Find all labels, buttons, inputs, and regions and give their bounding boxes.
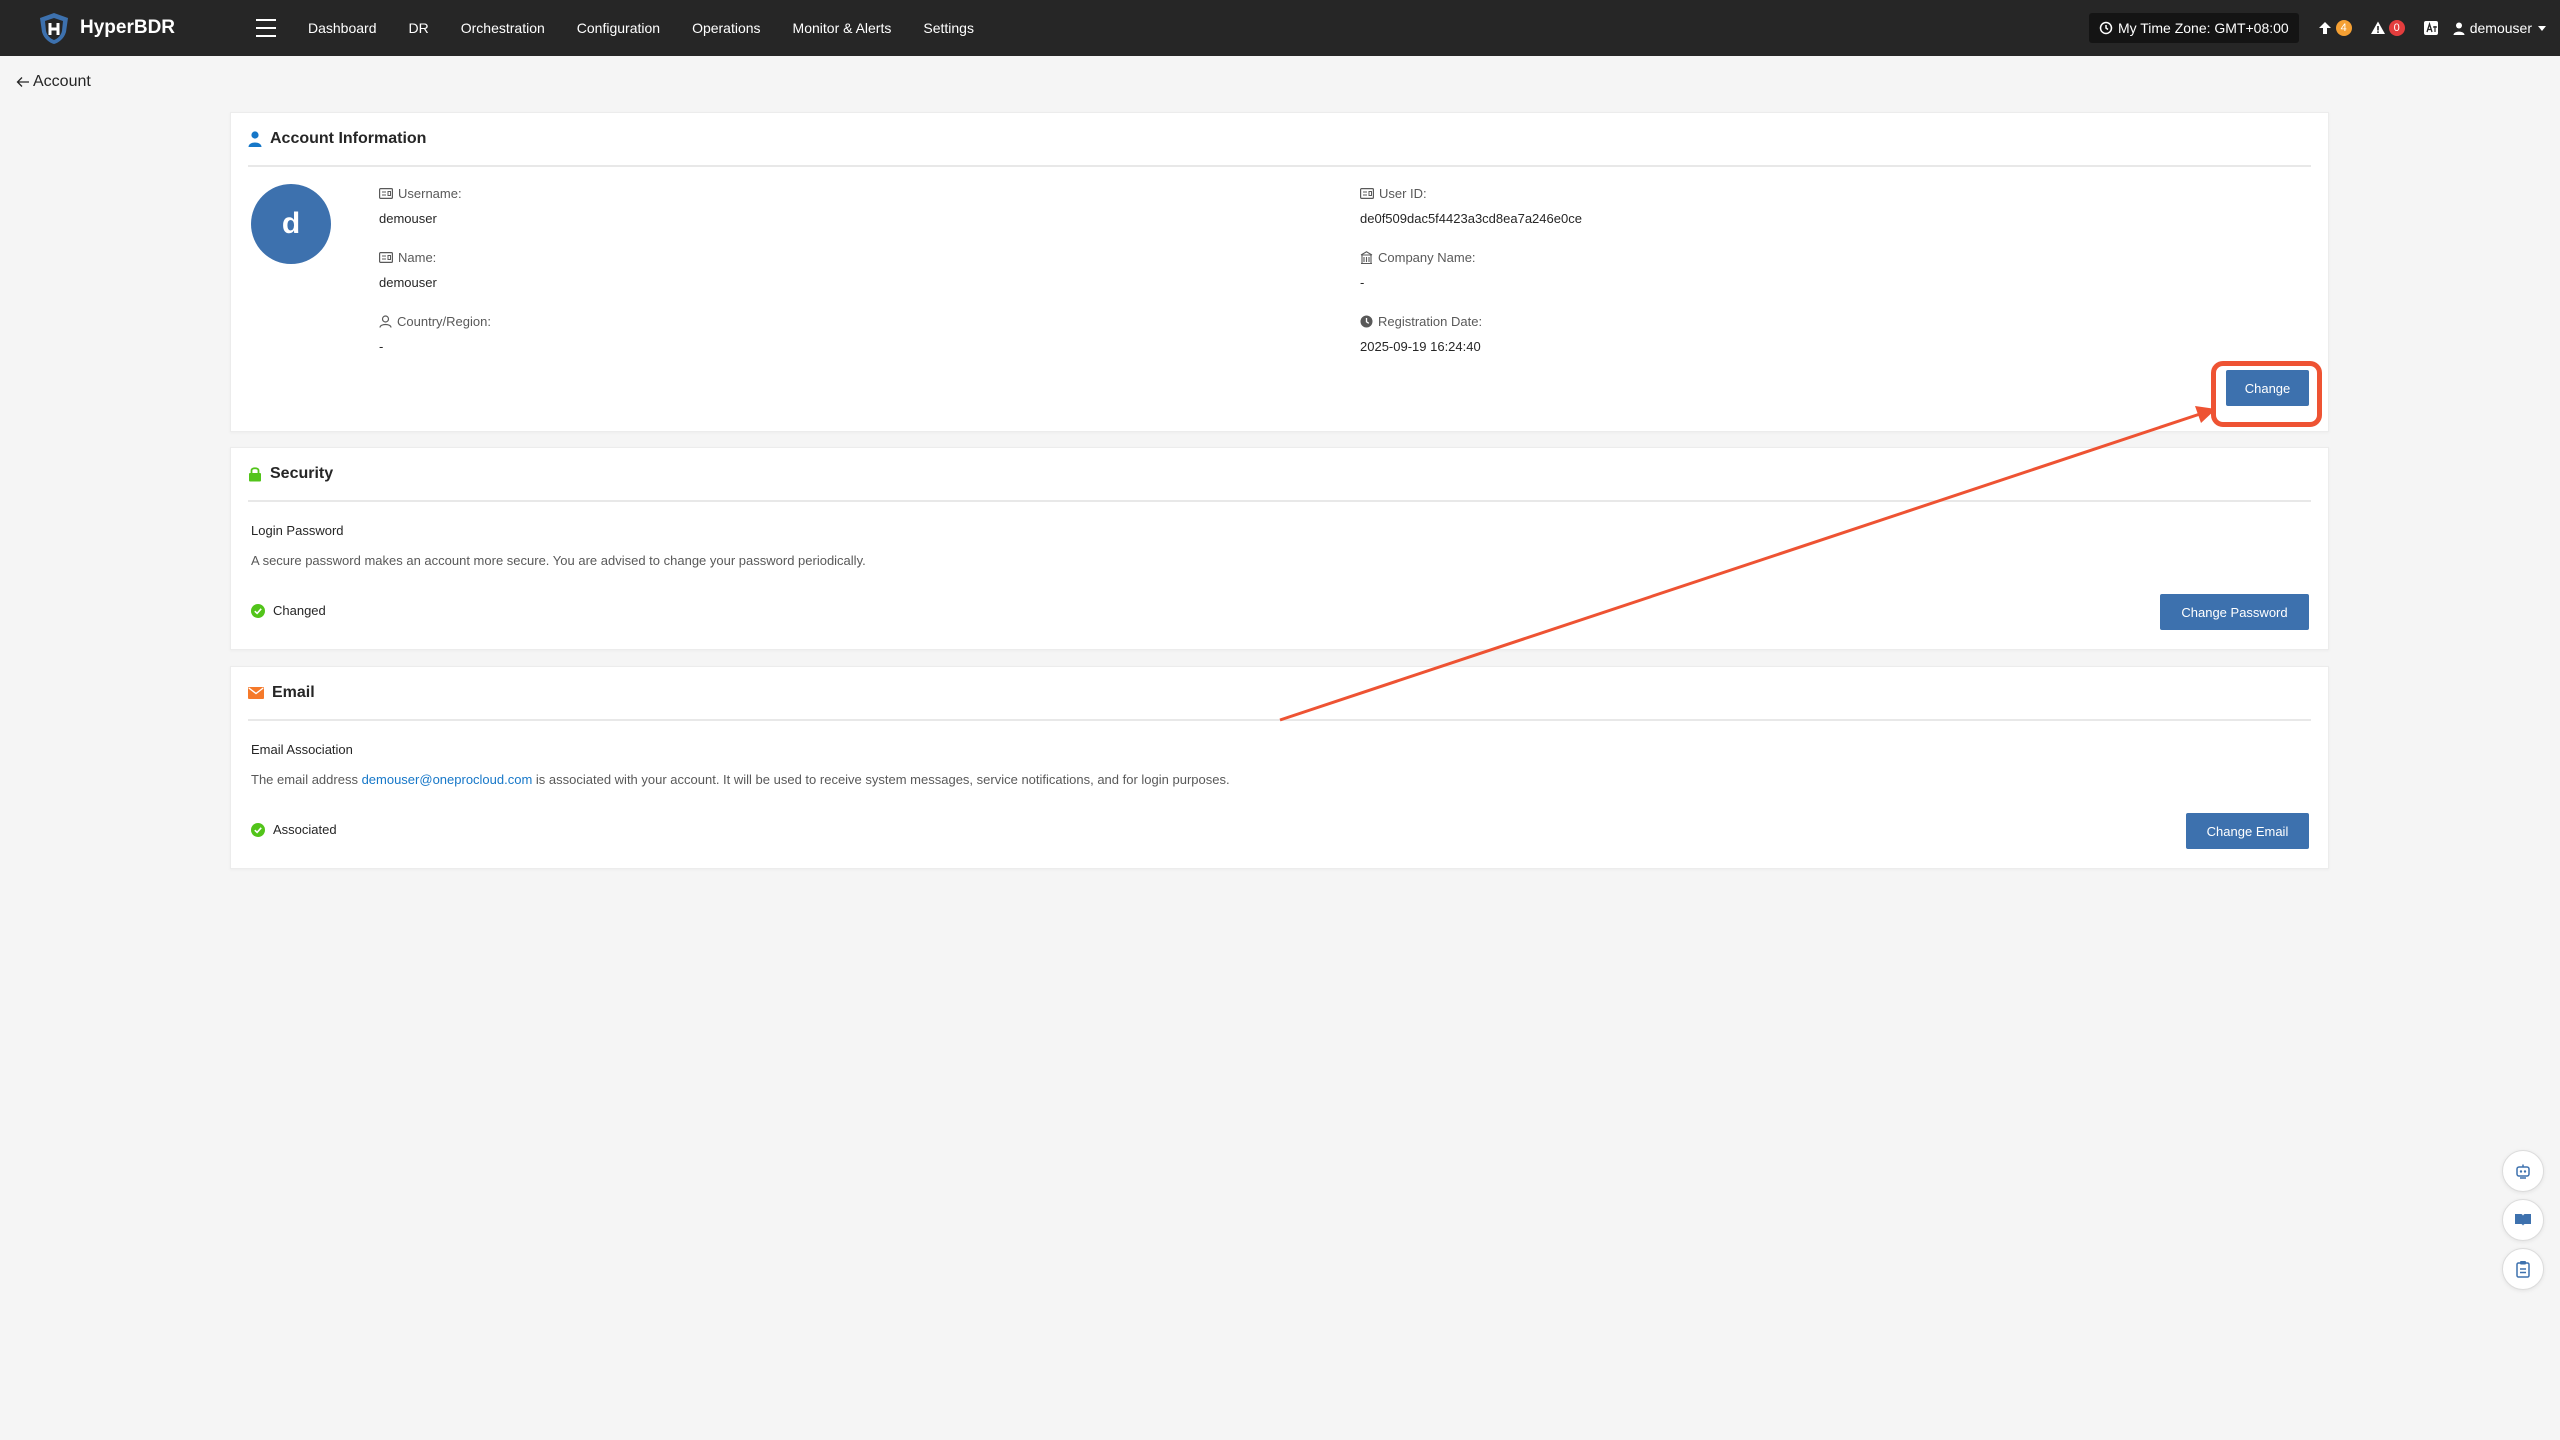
support-bot-button[interactable] [2502, 1150, 2544, 1192]
registration-date-value: 2025-09-19 16:24:40 [1360, 339, 1481, 354]
warning-icon [2370, 21, 2385, 34]
chevron-down-icon [2538, 25, 2546, 31]
user-icon [2453, 22, 2465, 35]
annotation-highlight-box [2211, 361, 2322, 427]
name-value: demouser [379, 275, 437, 290]
nav-operations[interactable]: Operations [676, 0, 776, 56]
change-password-button[interactable]: Change Password [2160, 594, 2309, 630]
user-icon [248, 131, 262, 147]
account-info-header: Account Information [248, 113, 2311, 167]
password-status: Changed [251, 603, 326, 618]
task-list-button[interactable] [2502, 1248, 2544, 1290]
timezone-label: My Time Zone: GMT+08:00 [2117, 20, 2289, 36]
documentation-button[interactable] [2502, 1199, 2544, 1241]
country-field: Country/Region: - [379, 312, 491, 355]
email-status-label: Associated [273, 822, 337, 837]
change-email-button[interactable]: Change Email [2186, 813, 2309, 849]
security-title: Security [270, 465, 334, 482]
language-switch[interactable] [2423, 20, 2439, 36]
user-menu[interactable]: demouser [2453, 20, 2546, 36]
email-card: Email Email Association The email addres… [230, 666, 2329, 869]
country-label: Country/Region: [397, 313, 491, 329]
back-link[interactable]: Account [16, 73, 91, 91]
user-id-value: de0f509dac5f4423a3cd8ea7a246e0ce [1360, 211, 1582, 226]
hamburger-menu-icon[interactable] [256, 19, 276, 37]
name-label: Name: [398, 249, 437, 265]
check-circle-icon [251, 822, 265, 837]
login-password-subtitle: Login Password [251, 523, 344, 538]
top-right-tools: My Time Zone: GMT+08:00 4 0 demouser [2088, 0, 2546, 56]
username-value: demouser [379, 211, 437, 226]
clock-icon [1360, 315, 1373, 327]
password-description: A secure password makes an account more … [251, 553, 866, 568]
country-value: - [379, 339, 384, 354]
clock-icon [2099, 21, 2113, 35]
email-description: The email address demouser@oneprocloud.c… [251, 772, 1230, 787]
book-icon [2515, 1214, 2531, 1226]
nav-settings[interactable]: Settings [907, 0, 990, 56]
username-label: demouser [2469, 20, 2532, 36]
clipboard-icon [2516, 1261, 2530, 1278]
id-card-icon [1360, 187, 1374, 199]
main-nav: Dashboard DR Orchestration Configuration… [300, 0, 990, 56]
check-circle-icon [251, 603, 265, 618]
email-desc-prefix: The email address [251, 772, 362, 787]
email-title: Email [272, 684, 315, 701]
registration-date-label: Registration Date: [1378, 313, 1483, 329]
nav-monitor-alerts[interactable]: Monitor & Alerts [777, 0, 908, 56]
avatar: d [251, 184, 331, 264]
location-user-icon [379, 314, 392, 328]
page-title: Account [33, 73, 91, 90]
security-header: Security [248, 448, 2311, 502]
alert-notifications[interactable]: 0 [2370, 20, 2405, 36]
email-status: Associated [251, 822, 337, 837]
nav-dashboard[interactable]: Dashboard [300, 0, 393, 56]
arrow-left-icon [16, 77, 29, 87]
user-id-field: User ID: de0f509dac5f4423a3cd8ea7a246e0c… [1360, 184, 1582, 227]
email-association-subtitle: Email Association [251, 742, 353, 757]
company-field: Company Name: - [1360, 248, 1476, 291]
language-icon [2423, 21, 2438, 35]
upgrade-count-badge: 4 [2335, 20, 2352, 36]
email-desc-suffix: is associated with your account. It will… [532, 772, 1230, 787]
top-nav-bar: HyperBDR Dashboard DR Orchestration Conf… [0, 0, 2560, 56]
nav-configuration[interactable]: Configuration [561, 0, 676, 56]
email-address-link[interactable]: demouser@oneprocloud.com [362, 772, 533, 787]
app-name: HyperBDR [80, 17, 176, 38]
username-field: Username: demouser [379, 184, 462, 227]
robot-icon [2516, 1164, 2530, 1179]
registration-date-field: Registration Date: 2025-09-19 16:24:40 [1360, 312, 1483, 355]
account-info-title: Account Information [270, 130, 427, 147]
building-icon [1360, 250, 1373, 264]
password-status-label: Changed [273, 603, 326, 618]
nav-dr[interactable]: DR [393, 0, 445, 56]
id-card-icon [379, 187, 393, 199]
alert-count-badge: 0 [2388, 20, 2405, 36]
hyperbdr-shield-icon [40, 13, 68, 44]
account-info-card: Account Information d Username: demouser… [230, 112, 2329, 432]
email-header: Email [248, 667, 2311, 721]
arrow-up-icon [2318, 22, 2331, 34]
timezone-selector[interactable]: My Time Zone: GMT+08:00 [2088, 13, 2299, 43]
company-label: Company Name: [1378, 249, 1476, 265]
nav-orchestration[interactable]: Orchestration [445, 0, 561, 56]
name-field: Name: demouser [379, 248, 437, 291]
lock-icon [249, 467, 261, 482]
username-label: Username: [398, 185, 462, 201]
id-card-icon [379, 251, 393, 263]
upgrade-notifications[interactable]: 4 [2317, 20, 2352, 36]
envelope-icon [248, 687, 264, 699]
security-card: Security Login Password A secure passwor… [230, 447, 2329, 650]
company-value: - [1360, 275, 1365, 290]
user-id-label: User ID: [1379, 185, 1427, 201]
app-logo[interactable]: HyperBDR [36, 10, 196, 46]
